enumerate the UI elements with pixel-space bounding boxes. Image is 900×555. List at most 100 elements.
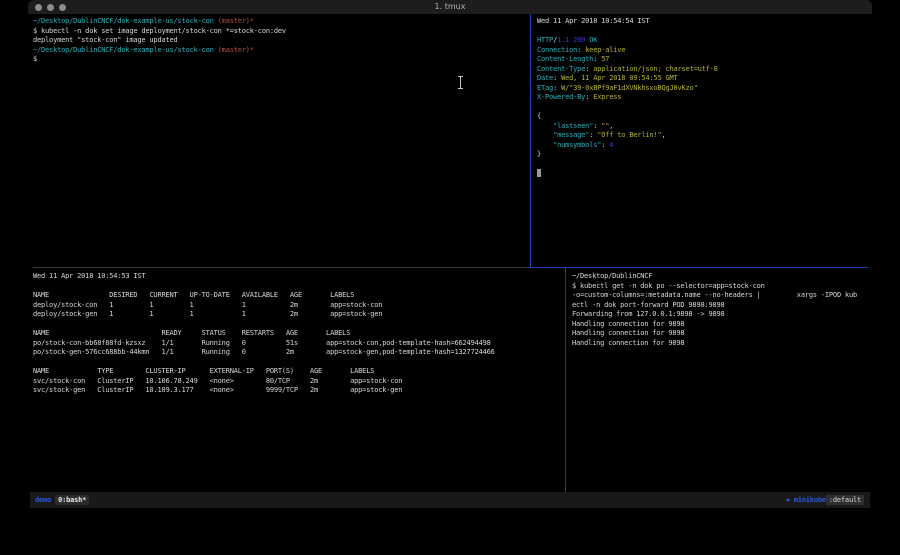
- terminal-window: 1. tmux ~/Desktop/DublinCNCF/dok-example…: [28, 0, 872, 508]
- tmux-status-bar: demo 0:bash* ⎈ minikube :default: [30, 492, 870, 508]
- terminal-line: Wed 11 Apr 2018 10:54:53 IST: [33, 272, 565, 282]
- text-segment: Wed 11 Apr 2018 10:54:53 IST: [33, 272, 145, 280]
- terminal-line: Handling connection for 9898: [572, 329, 868, 339]
- text-segment: :: [585, 93, 593, 101]
- text-segment: "numsymbols": [553, 141, 601, 149]
- text-segment: "lastseen": [553, 122, 593, 130]
- text-segment: ~/Desktop/DublinCNCF: [572, 272, 652, 280]
- pane-shell-top-left[interactable]: ~/Desktop/DublinCNCF/dok-example-us/stoc…: [33, 14, 530, 267]
- terminal-line: ~/Desktop/DublinCNCF: [572, 272, 868, 282]
- text-segment: svc/stock-con ClusterIP 10.106.78.249 <n…: [33, 377, 402, 385]
- text-segment: Handling connection for 9898: [572, 320, 684, 328]
- text-segment: -o=custom-columns=:metadata.name --no-he…: [572, 291, 857, 299]
- text-segment: $: [33, 55, 37, 63]
- terminal-line: Connection: keep-alive: [537, 46, 872, 56]
- text-segment: ~/Desktop/DublinCNCF/dok-example-us/stoc…: [33, 17, 214, 25]
- terminal-line: deploy/stock-gen 1 1 1 1 2m app=stock-ge…: [33, 310, 565, 320]
- window-tab-0-bash[interactable]: 0:bash*: [55, 495, 89, 505]
- text-segment: $ kubectl get -n dok po --selector=app=s…: [572, 282, 765, 290]
- terminal-line: [537, 103, 872, 113]
- text-segment: Forwarding from 127.0.0.1:9898 -> 9898: [572, 310, 725, 318]
- text-segment: "Off to Berlin!": [597, 131, 661, 139]
- block-cursor: [537, 169, 541, 177]
- text-segment: ~/Desktop/DublinCNCF/dok-example-us/stoc…: [33, 46, 214, 54]
- terminal-line: [33, 282, 565, 292]
- terminal-line: Handling connection for 9898: [572, 339, 868, 349]
- mouse-cursor-ibeam-icon: [457, 74, 464, 87]
- terminal-line: deployment "stock-con" image updated: [33, 36, 530, 46]
- terminal-line: Content-Type: application/json; charset=…: [537, 65, 872, 75]
- text-segment: deploy/stock-con 1 1 1 1 2m app=stock-co…: [33, 301, 382, 309]
- text-segment: keep-alive: [585, 46, 625, 54]
- terminal-line: "numsymbols": 4: [537, 141, 872, 151]
- terminal-line: NAME READY STATUS RESTARTS AGE LABELS: [33, 329, 565, 339]
- text-segment: :: [553, 74, 561, 82]
- pane-kubectl-watch[interactable]: Wed 11 Apr 2018 10:54:53 IST NAME DESIRE…: [33, 268, 565, 492]
- terminal-line: X-Powered-By: Express: [537, 93, 872, 103]
- terminal-line: [33, 358, 565, 368]
- pane-http-response[interactable]: Wed 11 Apr 2018 10:54:54 IST HTTP/1.1 20…: [531, 14, 872, 267]
- text-segment: :: [577, 46, 585, 54]
- text-segment: $ kubectl -n dok set image deployment/st…: [33, 27, 286, 35]
- text-segment: OK: [585, 36, 597, 44]
- session-name: demo: [35, 496, 51, 504]
- terminal-line: ETag: W/"39-0xBPf9aF1dXVNkhsxoBQgJ8vKzo": [537, 84, 872, 94]
- kube-namespace: :default: [826, 495, 864, 505]
- text-segment: Handling connection for 9898: [572, 339, 684, 347]
- text-segment: application/json; charset=utf-8: [593, 65, 717, 73]
- window-title: 1. tmux: [28, 2, 872, 11]
- text-segment: 57: [601, 55, 609, 63]
- text-segment: Handling connection for 9898: [572, 329, 684, 337]
- text-segment: Content-Type: [537, 65, 585, 73]
- terminal-line: }: [537, 150, 872, 160]
- terminal-line: $ kubectl -n dok set image deployment/st…: [33, 27, 530, 37]
- text-segment: }: [537, 150, 541, 158]
- terminal-line: Handling connection for 9898: [572, 320, 868, 330]
- window-titlebar[interactable]: 1. tmux: [28, 0, 872, 14]
- terminal-line: HTTP/1.1 200 OK: [537, 36, 872, 46]
- terminal-line: "lastseen": "",: [537, 122, 872, 132]
- text-segment: ,: [609, 122, 613, 130]
- terminal-line: "message": "Off to Berlin!",: [537, 131, 872, 141]
- terminal-line: ~/Desktop/DublinCNCF/dok-example-us/stoc…: [33, 46, 530, 56]
- text-segment: deploy/stock-gen 1 1 1 1 2m app=stock-ge…: [33, 310, 382, 318]
- pane-port-forward[interactable]: ~/Desktop/DublinCNCF $ kubectl get -n dok…: [566, 268, 868, 492]
- terminal-line: $: [33, 55, 530, 65]
- terminal-line: [537, 27, 872, 37]
- text-segment: Content-Length: [537, 55, 593, 63]
- terminal-line: -o=custom-columns=:metadata.name --no-he…: [572, 291, 868, 301]
- status-right: ⎈ minikube :default: [786, 495, 864, 505]
- kube-context: minikube: [790, 496, 826, 504]
- text-segment: [537, 141, 553, 149]
- terminal-line: Content-Length: 57: [537, 55, 872, 65]
- terminal-line: {: [537, 112, 872, 122]
- text-segment: 1.1 200: [557, 36, 585, 44]
- terminal-line: [537, 169, 872, 179]
- terminal-line: NAME TYPE CLUSTER-IP EXTERNAL-IP PORT(S)…: [33, 367, 565, 377]
- text-segment: NAME DESIRED CURRENT UP-TO-DATE AVAILABL…: [33, 291, 354, 299]
- text-segment: Wed, 11 Apr 2018 09:54:55 GMT: [561, 74, 677, 82]
- text-segment: (master)*: [218, 17, 254, 25]
- text-segment: NAME TYPE CLUSTER-IP EXTERNAL-IP PORT(S)…: [33, 367, 374, 375]
- text-segment: svc/stock-gen ClusterIP 10.109.3.177 <no…: [33, 386, 402, 394]
- terminal-line: Forwarding from 127.0.0.1:9898 -> 9898: [572, 310, 868, 320]
- terminal-line: $ kubectl get -n dok po --selector=app=s…: [572, 282, 868, 292]
- terminal-line: deploy/stock-con 1 1 1 1 2m app=stock-co…: [33, 301, 565, 311]
- status-left: demo 0:bash*: [30, 495, 89, 505]
- text-segment: HTTP: [537, 36, 553, 44]
- text-segment: ,: [661, 131, 665, 139]
- terminal-line: NAME DESIRED CURRENT UP-TO-DATE AVAILABL…: [33, 291, 565, 301]
- text-segment: po/stock-gen-576cc688bb-44kmn 1/1 Runnin…: [33, 348, 495, 356]
- terminal-line: Wed 11 Apr 2018 10:54:54 IST: [537, 17, 872, 27]
- text-segment: [537, 131, 553, 139]
- desktop: { "window": { "title": "1. tmux" }, "pal…: [0, 0, 900, 555]
- terminal-line: po/stock-gen-576cc688bb-44kmn 1/1 Runnin…: [33, 348, 565, 358]
- text-segment: W/"39-0xBPf9aF1dXVNkhsxoBQgJ8vKzo": [561, 84, 698, 92]
- text-segment: deployment "stock-con" image updated: [33, 36, 178, 44]
- text-segment: ectl -n dok port-forward POD 9898:9898: [572, 301, 725, 309]
- text-segment: {: [537, 112, 541, 120]
- text-segment: Date: [537, 74, 553, 82]
- text-segment: :: [553, 84, 561, 92]
- text-segment: Connection: [537, 46, 577, 54]
- text-segment: 4: [609, 141, 613, 149]
